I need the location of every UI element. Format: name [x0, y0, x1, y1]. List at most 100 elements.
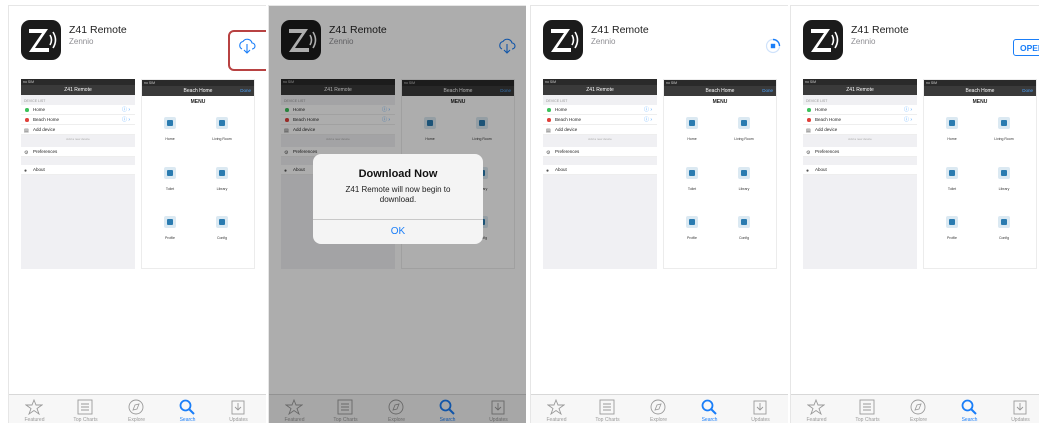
- updates-tab[interactable]: Updates: [995, 395, 1039, 423]
- list-item: ▤ Add device: [803, 125, 917, 135]
- tile-label: Home: [165, 137, 175, 141]
- about-icon: ●: [806, 168, 810, 174]
- app-header: Z41 Remote Zennio: [543, 20, 781, 68]
- profile-icon: [686, 216, 698, 228]
- nav-bar: Beach Home Done: [142, 86, 254, 96]
- menu-grid: Home Living Room Toilet Library Profile …: [142, 109, 254, 259]
- toilet-icon: [686, 167, 698, 179]
- app-developer: Zennio: [851, 37, 876, 46]
- list-item: Beach Home ⓘ ›: [543, 115, 657, 125]
- screenshot-previews: no SIM Z41 Remote DEVICE LIST Home ⓘ › Be…: [803, 79, 1039, 269]
- updates-tab[interactable]: Updates: [213, 395, 264, 423]
- app-name: Z41 Remote: [69, 24, 127, 36]
- open-button[interactable]: OPEN: [1013, 39, 1039, 56]
- tab-bar: Featured Top Charts Explore Search Updates: [791, 394, 1039, 423]
- z41-app-icon[interactable]: [21, 20, 61, 60]
- menu-tile: Toilet: [145, 167, 195, 191]
- list-item: Beach Home ⓘ ›: [803, 115, 917, 125]
- search-tab[interactable]: Search: [684, 395, 735, 423]
- list-item: ● About: [803, 165, 917, 175]
- search-tab[interactable]: Search: [944, 395, 995, 423]
- top-charts-tab[interactable]: Top Charts: [60, 395, 111, 423]
- tile-label: Library: [738, 187, 750, 191]
- modal-overlay: Download Now Z41 Remote will now begin to…: [269, 6, 526, 423]
- config-icon: [216, 216, 228, 228]
- tab-label: Updates: [229, 417, 248, 423]
- nav-bar: Beach Home Done: [924, 86, 1036, 96]
- done-label: Done: [1022, 88, 1033, 93]
- list-item: ● About: [543, 165, 657, 175]
- top-charts-tab[interactable]: Top Charts: [582, 395, 633, 423]
- tile-label: Living Room: [212, 137, 232, 141]
- explore-tab[interactable]: Explore: [893, 395, 944, 423]
- screenshot-previews: no SIM Z41 Remote DEVICE LIST Home ⓘ › Be…: [21, 79, 257, 269]
- app-developer: Zennio: [69, 37, 94, 46]
- menu-tile: Living Room: [719, 117, 769, 141]
- tab-label: Search: [179, 417, 196, 423]
- explore-tab[interactable]: Explore: [111, 395, 162, 423]
- app-name: Z41 Remote: [851, 24, 909, 36]
- item-label: Preferences: [815, 149, 840, 154]
- add-icon: ▤: [546, 128, 551, 134]
- living-room-icon: [216, 117, 228, 129]
- featured-tab[interactable]: Featured: [9, 395, 60, 423]
- info-icon: ⓘ ›: [903, 117, 912, 123]
- nav-title: Beach Home: [183, 88, 213, 94]
- info-icon: ⓘ ›: [643, 117, 652, 123]
- gear-icon: ⚙: [546, 150, 551, 156]
- toilet-icon: [164, 167, 176, 179]
- profile-icon: [946, 216, 958, 228]
- item-label: Home: [555, 107, 568, 112]
- tab-label: Featured: [24, 417, 45, 423]
- list-item: ⚙ Preferences: [21, 147, 135, 157]
- tile-label: Profile: [947, 236, 957, 240]
- home-icon: [946, 117, 958, 129]
- menu-tile: Toilet: [927, 167, 977, 191]
- item-label: Add device: [33, 127, 56, 132]
- tab-bar: Featured Top Charts Explore Search Updates: [9, 394, 266, 423]
- panel-download-alert: Z41 Remote Zennio no SIM Z41 Remote DEVI…: [268, 5, 526, 423]
- alert-message: Z41 Remote will now begin to download.: [345, 185, 451, 204]
- item-label: Beach Home: [555, 117, 582, 122]
- featured-tab[interactable]: Featured: [791, 395, 842, 423]
- top-charts-tab[interactable]: Top Charts: [842, 395, 893, 423]
- menu-tile: Profile: [145, 216, 195, 240]
- menu-tile: Config: [197, 216, 247, 240]
- z41-app-icon[interactable]: [803, 20, 843, 60]
- section-header: DEVICE LIST: [24, 99, 46, 103]
- tile-label: Home: [947, 137, 957, 141]
- tab-label: Explore: [910, 417, 927, 423]
- about-icon: ●: [546, 168, 550, 174]
- z41-app-icon[interactable]: [543, 20, 583, 60]
- panel-download-highlight: Z41 Remote Zennio no SIM Z41 Remote DEVI…: [8, 5, 266, 423]
- living-room-icon: [998, 117, 1010, 129]
- tile-label: Home: [687, 137, 697, 141]
- item-label: Beach Home: [815, 117, 842, 122]
- item-label: Preferences: [33, 149, 58, 154]
- screenshot-sequence: Z41 Remote Zennio no SIM Z41 Remote DEVI…: [0, 0, 1039, 423]
- item-label: About: [555, 167, 567, 172]
- ok-button[interactable]: OK: [313, 219, 483, 244]
- preview-device-list: no SIM Z41 Remote DEVICE LIST Home ⓘ › Be…: [803, 79, 917, 269]
- featured-tab[interactable]: Featured: [531, 395, 582, 423]
- config-icon: [998, 216, 1010, 228]
- search-tab[interactable]: Search: [162, 395, 213, 423]
- tile-label: Living Room: [734, 137, 754, 141]
- list-item: Beach Home ⓘ ›: [21, 115, 135, 125]
- cloud-download-icon[interactable]: [237, 36, 257, 56]
- updates-tab[interactable]: Updates: [735, 395, 786, 423]
- preview-menu: no SIM Beach Home Done MENU Home Living R…: [141, 79, 255, 269]
- menu-grid: Home Living Room Toilet Library Profile …: [664, 109, 776, 259]
- done-label: Done: [762, 88, 773, 93]
- explore-tab[interactable]: Explore: [633, 395, 684, 423]
- menu-tile: Config: [719, 216, 769, 240]
- download-progress-icon[interactable]: [765, 38, 781, 54]
- tile-label: Config: [216, 236, 228, 240]
- tile-label: Toilet: [947, 187, 957, 191]
- library-icon: [998, 167, 1010, 179]
- list-item: Home ⓘ ›: [803, 105, 917, 115]
- info-icon: ⓘ ›: [121, 117, 130, 123]
- alert-title: Download Now: [358, 168, 438, 180]
- tile-label: Toilet: [165, 187, 175, 191]
- item-label: About: [815, 167, 827, 172]
